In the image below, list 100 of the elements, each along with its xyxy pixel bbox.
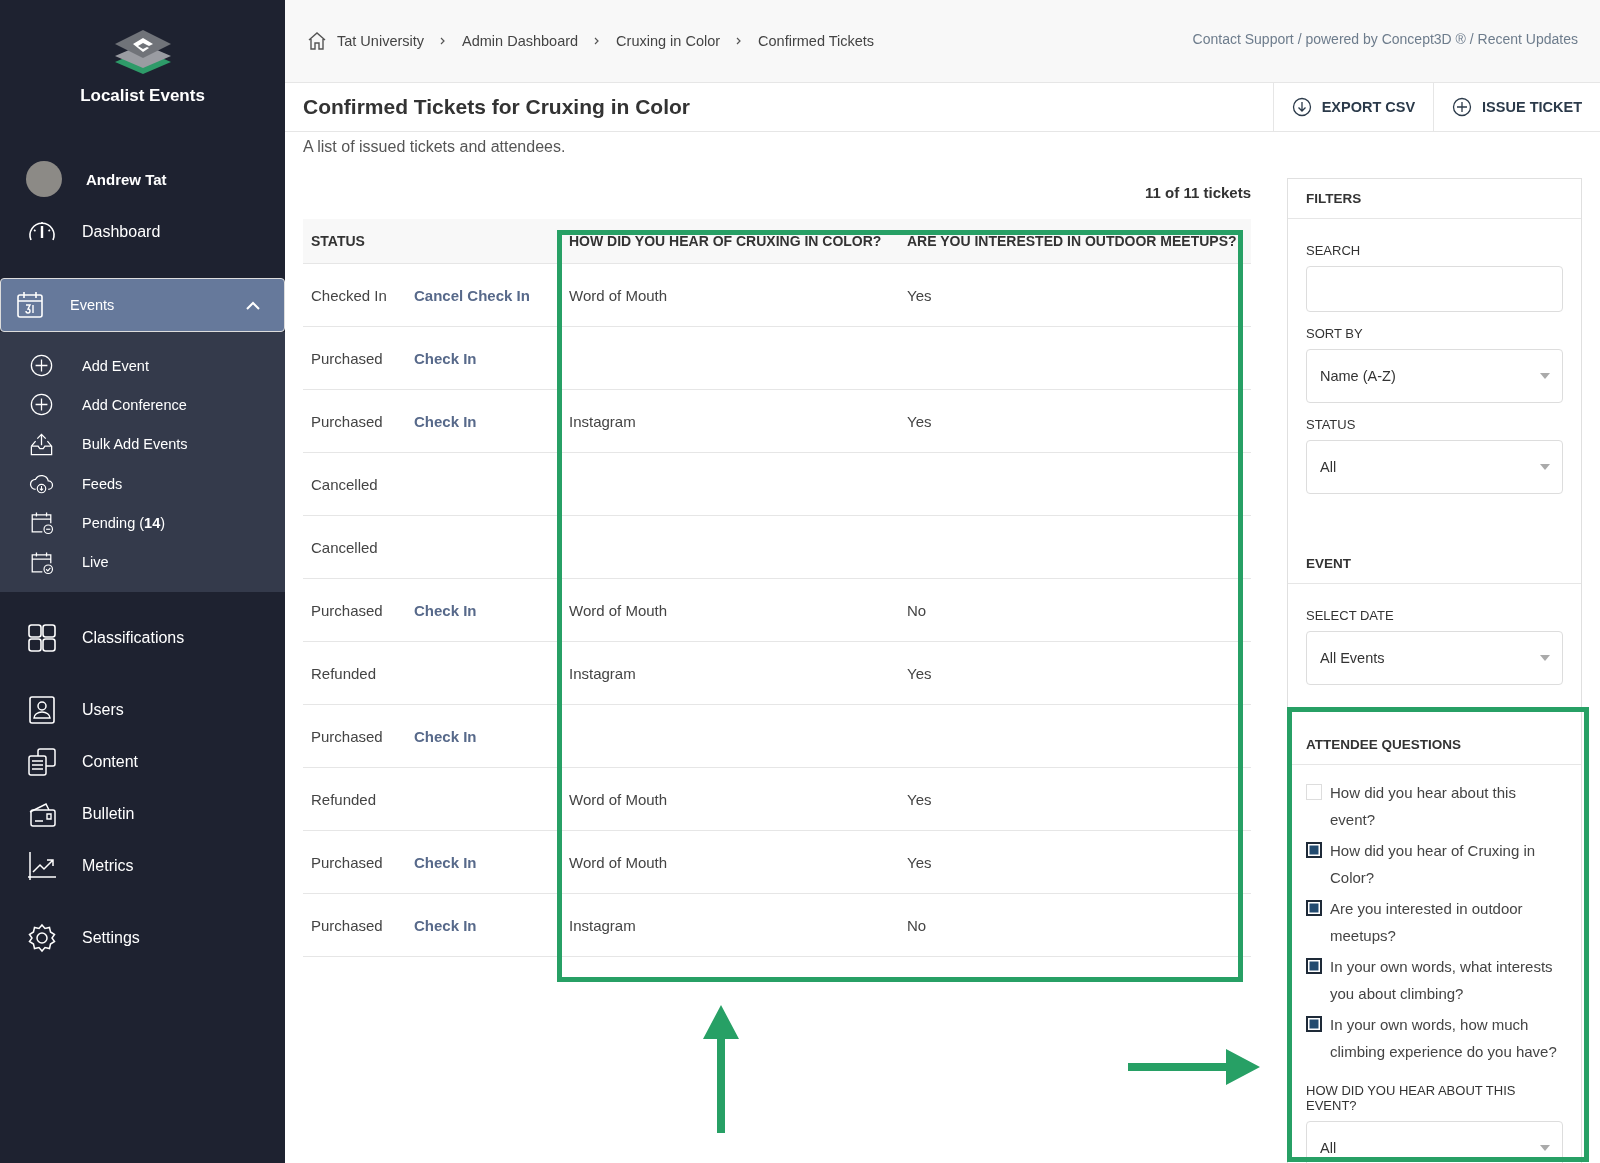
ticket-count: 11 of 11 tickets <box>1144 183 1251 203</box>
table-cell: Refunded <box>311 790 377 808</box>
settings-icon <box>26 921 58 954</box>
plus-circle-icon <box>1452 97 1473 117</box>
row-action-link[interactable]: Cancel Check In <box>414 286 530 304</box>
chevron-right-icon <box>594 37 601 45</box>
nav-item[interactable]: Dashboard <box>0 206 285 258</box>
checkbox[interactable] <box>1306 842 1322 858</box>
dropdown[interactable]: All <box>1306 440 1563 494</box>
table-cell: Yes <box>907 412 932 430</box>
nav-item[interactable]: Metrics <box>0 839 285 892</box>
checkbox-label[interactable]: In your own words, how much climbing experience do you have? <box>1330 1011 1563 1065</box>
field-label: STATUS <box>1306 417 1357 432</box>
caret-icon <box>1540 655 1550 661</box>
user-icon <box>26 693 58 726</box>
caret-icon <box>1540 373 1550 379</box>
table-cell: Word of Mouth <box>569 601 668 619</box>
checkbox-label[interactable]: In your own words, what interests you about climbing? <box>1330 953 1563 1007</box>
field-label: SEARCH <box>1306 243 1362 258</box>
checkbox-label[interactable]: How did you hear about this event? <box>1330 779 1563 833</box>
page-title: Confirmed Tickets for Cruxing in Color <box>303 95 690 119</box>
nav-subitem[interactable]: Feeds <box>82 475 123 492</box>
row-action-link[interactable]: Check In <box>414 727 477 745</box>
column-header: STATUS <box>310 233 366 249</box>
column-header: ARE YOU INTERESTED IN OUTDOOR MEETUPS? <box>906 233 1238 249</box>
nav-subitem[interactable]: Add Event <box>82 357 149 374</box>
table-cell: Word of Mouth <box>569 853 668 871</box>
table-cell: Checked In <box>311 286 387 304</box>
nav-subitem[interactable]: Add Conference <box>82 396 187 413</box>
chevron-right-icon <box>736 37 743 45</box>
nav-item[interactable]: Bulletin <box>0 787 285 840</box>
checkbox[interactable] <box>1306 900 1322 916</box>
table-cell: Purchased <box>311 412 383 430</box>
chevron-right-icon <box>440 37 447 45</box>
chevron-icon[interactable] <box>246 300 260 310</box>
table-cell: Instagram <box>569 412 636 430</box>
field-label: SELECT DATE <box>1306 608 1395 623</box>
table-cell: Purchased <box>311 853 383 871</box>
breadcrumb-link[interactable]: Confirmed Tickets <box>758 33 875 49</box>
caret-icon <box>1540 1145 1550 1151</box>
row-action-link[interactable]: Check In <box>414 601 477 619</box>
page-subtitle: A list of issued tickets and attendees. <box>303 138 567 156</box>
table-cell: Instagram <box>569 664 636 682</box>
documents-icon <box>26 745 58 778</box>
table-cell: Yes <box>907 790 932 808</box>
breadcrumb-link[interactable]: Admin Dashboard <box>462 33 579 49</box>
row-action-link[interactable]: Check In <box>414 916 477 934</box>
table-cell: Word of Mouth <box>569 790 668 808</box>
table-cell: Refunded <box>311 664 377 682</box>
download-circle-icon <box>1291 97 1312 117</box>
checkbox[interactable] <box>1306 958 1322 974</box>
nav-item[interactable]: Content <box>0 735 285 788</box>
table-cell: Word of Mouth <box>569 286 668 304</box>
dropdown[interactable]: Name (A-Z) <box>1306 349 1563 403</box>
avatar[interactable] <box>26 161 62 197</box>
row-action-link[interactable]: Check In <box>414 853 477 871</box>
table-cell: Cancelled <box>311 475 378 493</box>
line-chart-icon <box>26 849 58 882</box>
table-cell: Purchased <box>311 727 383 745</box>
field-label: SORT BY <box>1306 326 1364 341</box>
row-action-link[interactable]: Check In <box>414 349 477 367</box>
user-name[interactable]: Andrew Tat <box>86 170 167 188</box>
table-cell: Yes <box>907 664 932 682</box>
caret-icon <box>1540 464 1550 470</box>
table-cell: No <box>907 601 927 619</box>
header-links[interactable]: Contact Support / powered by Concept3D ® / Recent Updates <box>1192 31 1578 47</box>
dropdown[interactable]: All Events <box>1306 631 1563 685</box>
nav-item[interactable]: Classifications <box>0 611 285 664</box>
search-field[interactable] <box>1306 266 1563 312</box>
checkbox-label[interactable]: How did you hear of Cruxing in Color? <box>1330 837 1563 891</box>
checkbox-label[interactable]: Are you interested in outdoor meetups? <box>1330 895 1563 949</box>
nav-subitem[interactable]: Pending (14) <box>82 514 166 531</box>
nav-subitem[interactable]: Live <box>82 554 109 571</box>
app-name: Localist Events <box>80 86 205 106</box>
nav-subitem[interactable]: Bulk Add Events <box>82 436 188 453</box>
nav-item[interactable]: Events <box>0 278 285 332</box>
table-cell: Purchased <box>311 349 383 367</box>
breadcrumb-link[interactable]: Cruxing in Color <box>616 33 721 49</box>
table-cell: No <box>907 916 927 934</box>
home-icon[interactable] <box>307 31 327 51</box>
calendar-icon <box>14 289 46 321</box>
row-action-link[interactable]: Check In <box>414 412 477 430</box>
nav-item[interactable]: Users <box>0 683 285 736</box>
breadcrumb-link[interactable]: Tat University <box>337 33 425 49</box>
table-cell: Yes <box>907 853 932 871</box>
table-cell: Purchased <box>311 601 383 619</box>
table-cell: Yes <box>907 286 932 304</box>
dropdown[interactable]: All <box>1306 1121 1563 1163</box>
grid-icon <box>26 621 58 654</box>
checkbox[interactable] <box>1306 1016 1322 1032</box>
upload-tray-icon <box>28 430 55 458</box>
table-cell: Purchased <box>311 916 383 934</box>
nav-item[interactable]: Settings <box>0 911 285 964</box>
panel-heading: ATTENDEE QUESTIONS <box>1288 725 1581 765</box>
table-cell: Cancelled <box>311 538 378 556</box>
panel-heading: FILTERS <box>1288 179 1581 219</box>
field-label: HOW DID YOU HEAR ABOUT THIS EVENT? <box>1306 1083 1517 1113</box>
column-header: HOW DID YOU HEAR OF CRUXING IN COLOR? <box>568 233 883 249</box>
panel-heading: EVENT <box>1288 544 1581 584</box>
table-cell: Instagram <box>569 916 636 934</box>
